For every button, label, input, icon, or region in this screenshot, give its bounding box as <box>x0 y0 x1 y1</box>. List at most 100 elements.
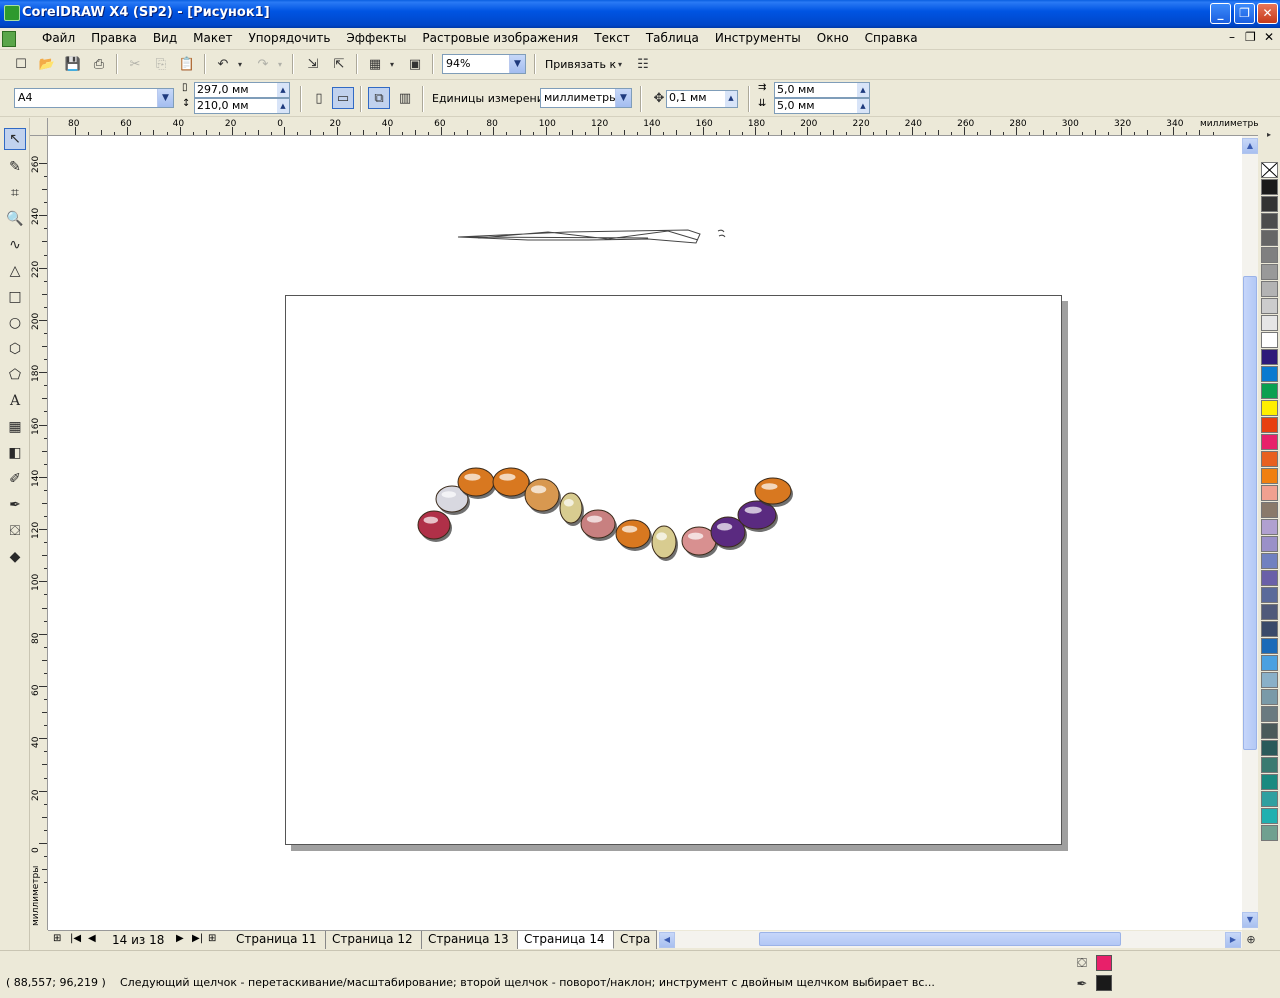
menu-help[interactable]: Справка <box>857 28 926 50</box>
menu-table[interactable]: Таблица <box>638 28 707 50</box>
spin-icon[interactable]: ▲ <box>277 99 289 113</box>
palette-swatch[interactable] <box>1261 281 1278 297</box>
palette-swatch[interactable] <box>1261 247 1278 263</box>
landscape-icon[interactable]: ▭ <box>332 87 354 109</box>
scroll-up-icon[interactable]: ▲ <box>1242 138 1258 154</box>
page-tab-12[interactable]: Страница 12 <box>326 931 422 949</box>
snap-to-button[interactable]: Привязать к <box>545 58 616 71</box>
undo-dropdown-icon[interactable]: ▾ <box>234 53 246 75</box>
menu-tools[interactable]: Инструменты <box>707 28 809 50</box>
palette-swatch[interactable] <box>1261 638 1278 654</box>
palette-swatch[interactable] <box>1261 332 1278 348</box>
horizontal-ruler[interactable]: 80 60 40 20 0 20 40 60 80 100 120 140 160 180 200 220 24… <box>48 118 1258 136</box>
palette-swatch[interactable] <box>1261 706 1278 722</box>
next-page-icon[interactable]: ▶ <box>176 933 184 944</box>
vertical-scrollbar[interactable]: ▲ ▼ <box>1242 136 1258 930</box>
menu-file[interactable]: Файл <box>34 28 83 50</box>
fill-color-indicator[interactable] <box>1096 955 1112 971</box>
palette-swatch[interactable] <box>1261 757 1278 773</box>
menu-arrange[interactable]: Упорядочить <box>240 28 338 50</box>
polygon-tool-icon[interactable]: ⬡ <box>4 338 26 360</box>
new-document-icon[interactable]: ☐ <box>10 53 32 75</box>
close-button[interactable]: ✕ <box>1257 3 1278 24</box>
all-pages-icon[interactable]: ⧉ <box>368 87 390 109</box>
table-tool-icon[interactable]: ▦ <box>4 416 26 438</box>
portrait-icon[interactable]: ▯ <box>308 87 330 109</box>
gem-necklace[interactable] <box>286 296 1063 846</box>
crop-tool-icon[interactable]: ⌗ <box>4 182 26 204</box>
menu-view[interactable]: Вид <box>145 28 185 50</box>
horizontal-scrollbar[interactable]: ◀ ▶ <box>657 931 1242 948</box>
page-tab-13[interactable]: Страница 13 <box>422 931 518 949</box>
palette-swatch[interactable] <box>1261 196 1278 212</box>
palette-swatch[interactable] <box>1261 366 1278 382</box>
export-icon[interactable]: ⇱ <box>328 53 350 75</box>
palette-swatch[interactable] <box>1261 434 1278 450</box>
menu-effects[interactable]: Эффекты <box>338 28 414 50</box>
eyedropper-tool-icon[interactable]: ✐ <box>4 468 26 490</box>
current-page-icon[interactable]: ▥ <box>394 87 416 109</box>
palette-swatch[interactable] <box>1261 485 1278 501</box>
palette-swatch[interactable] <box>1261 519 1278 535</box>
paste-icon[interactable]: 📋 <box>176 53 198 75</box>
palette-swatch[interactable] <box>1261 451 1278 467</box>
open-folder-icon[interactable]: 📂 <box>36 53 58 75</box>
copy-icon[interactable]: ⎘ <box>150 53 172 75</box>
page-tab-11[interactable]: Страница 11 <box>230 931 326 949</box>
palette-swatch[interactable] <box>1261 655 1278 671</box>
undo-icon[interactable]: ↶ <box>212 53 234 75</box>
outline-color-indicator[interactable] <box>1096 975 1112 991</box>
save-icon[interactable]: 💾 <box>62 53 84 75</box>
spin-icon[interactable]: ▲ <box>277 83 289 97</box>
interactive-blend-tool-icon[interactable]: ◧ <box>4 442 26 464</box>
palette-swatch[interactable] <box>1261 468 1278 484</box>
palette-swatch[interactable] <box>1261 672 1278 688</box>
minimize-button[interactable]: _ <box>1210 3 1231 24</box>
ellipse-tool-icon[interactable]: ○ <box>4 312 26 334</box>
palette-swatch[interactable] <box>1261 349 1278 365</box>
vertical-ruler[interactable]: 260 240 220 200 180 160 140 120 100 80 60 40 20 0 милл… <box>30 136 48 930</box>
drawing-canvas[interactable] <box>48 136 1242 930</box>
options-icon[interactable]: ☷ <box>632 53 654 75</box>
menu-text[interactable]: Текст <box>586 28 638 50</box>
units-select[interactable]: миллиметры ▼ <box>540 88 632 108</box>
palette-swatch[interactable] <box>1261 570 1278 586</box>
freehand-tool-icon[interactable]: ∿ <box>4 234 26 256</box>
palette-swatch[interactable] <box>1261 264 1278 280</box>
palette-swatch[interactable] <box>1261 587 1278 603</box>
zoom-level-select[interactable]: 94% ▼ <box>442 54 526 74</box>
pick-tool-icon[interactable]: ↖ <box>4 128 26 150</box>
horizontal-scroll-thumb[interactable] <box>759 932 1121 946</box>
no-color-swatch[interactable] <box>1261 162 1278 178</box>
palette-swatch[interactable] <box>1261 298 1278 314</box>
menu-bitmaps[interactable]: Растровые изображения <box>414 28 586 50</box>
gem-topaz[interactable] <box>524 478 561 514</box>
previous-page-icon[interactable]: ◀ <box>88 933 96 944</box>
palette-swatch[interactable] <box>1261 553 1278 569</box>
add-page-after-icon[interactable]: ⊞ <box>208 933 216 944</box>
document-page[interactable] <box>285 295 1062 845</box>
document-icon[interactable] <box>2 31 16 47</box>
scroll-down-icon[interactable]: ▼ <box>1242 912 1258 928</box>
zoom-tool-icon[interactable]: 🔍 <box>4 208 26 230</box>
doc-restore-button[interactable]: ❐ <box>1245 30 1256 44</box>
spin-icon[interactable]: ▲ <box>725 91 737 107</box>
last-page-icon[interactable]: ▶| <box>192 933 203 944</box>
chevron-down-icon[interactable]: ▼ <box>615 89 631 107</box>
palette-swatch[interactable] <box>1261 740 1278 756</box>
basic-shapes-tool-icon[interactable]: ⬠ <box>4 364 26 386</box>
spin-icon[interactable]: ▲ <box>857 99 869 113</box>
gem-garnet[interactable] <box>417 510 452 542</box>
nudge-distance-field[interactable]: 0,1 мм ▲ <box>666 90 738 108</box>
page-height-field[interactable]: 210,0 мм ▲ <box>194 98 290 114</box>
palette-swatch[interactable] <box>1261 230 1278 246</box>
redo-dropdown-icon[interactable]: ▾ <box>274 53 286 75</box>
gem-amber[interactable] <box>615 519 652 551</box>
menu-layout[interactable]: Макет <box>185 28 240 50</box>
palette-swatch[interactable] <box>1261 315 1278 331</box>
page-tab-15[interactable]: Стра <box>614 931 657 949</box>
launcher-dropdown-icon[interactable]: ▾ <box>386 53 398 75</box>
menu-edit[interactable]: Правка <box>83 28 145 50</box>
page-width-field[interactable]: 297,0 мм ▲ <box>194 82 290 98</box>
doc-minimize-button[interactable]: – <box>1229 30 1235 44</box>
